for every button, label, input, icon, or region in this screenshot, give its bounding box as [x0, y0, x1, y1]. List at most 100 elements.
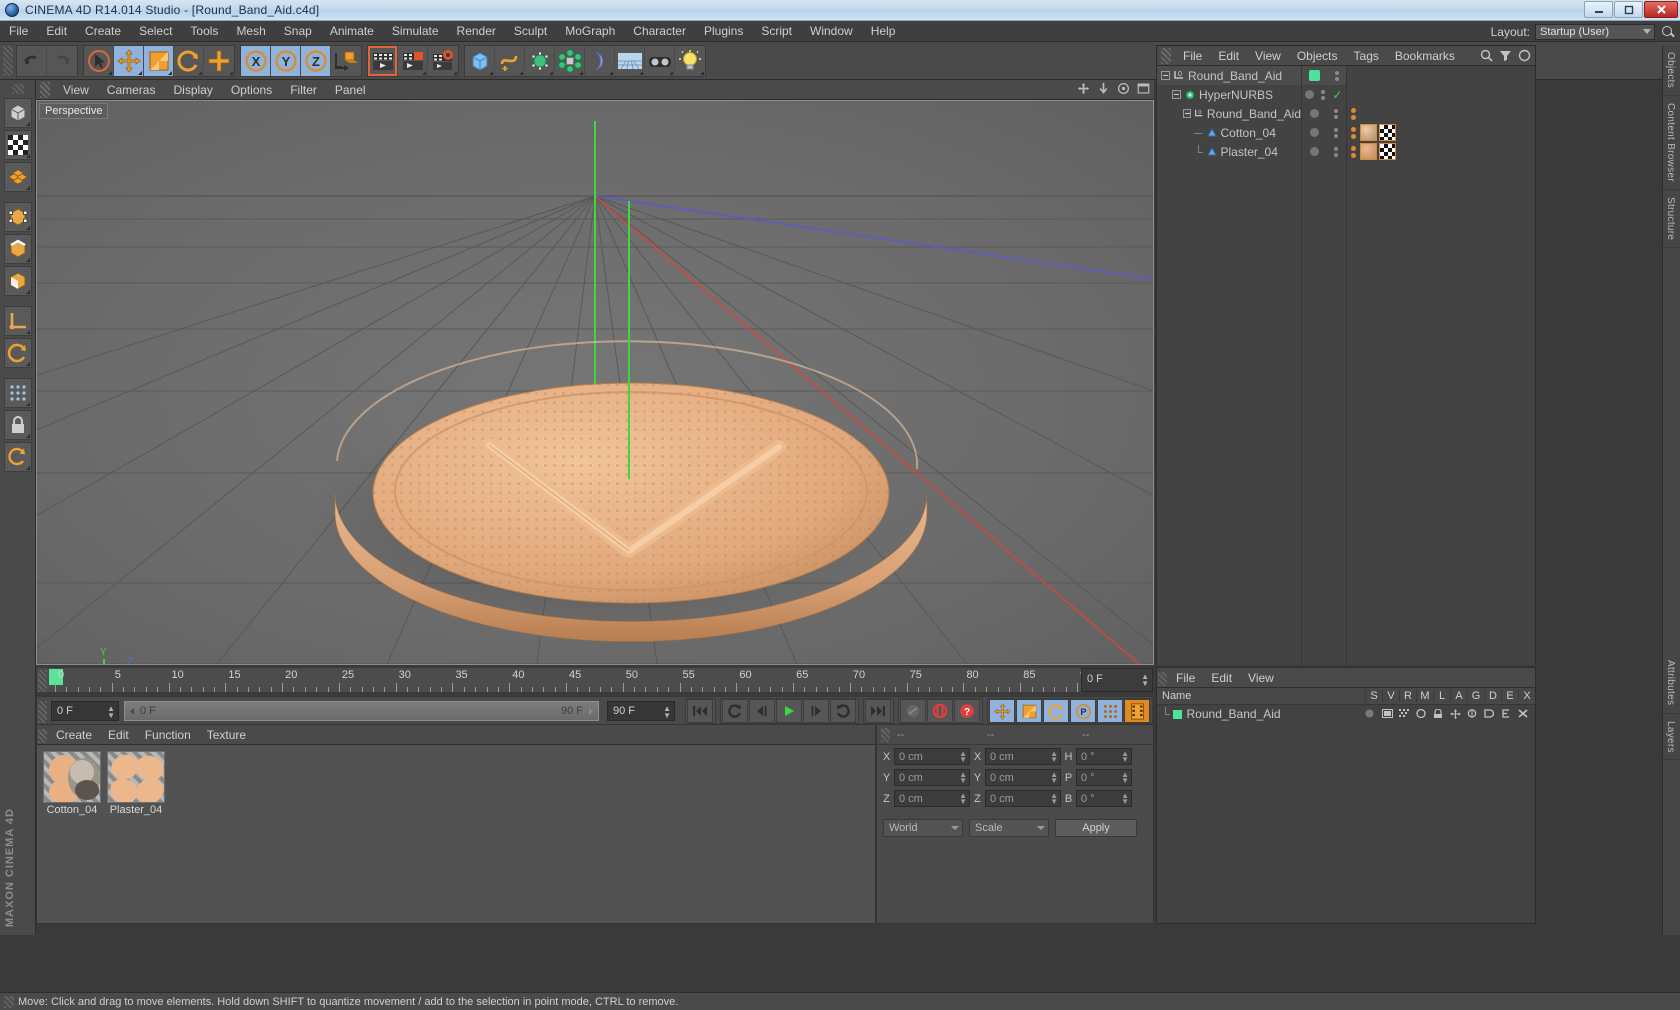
spinner-icon[interactable]: ▲ ▼	[1121, 771, 1129, 785]
layer-toggle-g[interactable]	[1467, 709, 1484, 719]
material-item-plaster[interactable]: Plaster_04	[107, 751, 165, 917]
lock-button[interactable]	[3, 410, 32, 440]
menu-sculpt[interactable]: Sculpt	[505, 21, 556, 42]
mm-menu-create[interactable]: Create	[48, 725, 100, 745]
lay-menu-view[interactable]: View	[1240, 668, 1282, 688]
spinner-icon[interactable]: ▲ ▼	[663, 705, 671, 720]
tab-layers[interactable]: Layers	[1663, 714, 1678, 761]
layer-color-swatch[interactable]	[1172, 709, 1182, 719]
om-search-icon[interactable]	[1480, 49, 1493, 62]
timeline-ruler[interactable]: 051015202530354045505560657075808590 0 F…	[36, 667, 1154, 693]
lock-z-axis[interactable]: Z	[301, 45, 331, 76]
tab-structure[interactable]: Structure	[1663, 190, 1678, 249]
rotate-view-icon[interactable]	[1117, 82, 1130, 95]
visibility-row[interactable]	[1302, 104, 1346, 123]
coord-size-z-field[interactable]: 0 cm ▲ ▼	[985, 790, 1061, 807]
texture-mode-button[interactable]	[3, 130, 32, 160]
viewport-menu-panel[interactable]: Panel	[326, 80, 375, 100]
frame-end-field[interactable]: 90 F ▲ ▼	[607, 701, 675, 721]
selection-tag-icon[interactable]	[1379, 124, 1396, 141]
move-tool[interactable]	[114, 45, 144, 76]
layer-col-x[interactable]: X	[1518, 690, 1535, 702]
selection-tag-icon[interactable]	[1379, 143, 1396, 160]
material-tag-icon[interactable]	[1360, 124, 1377, 141]
layer-col-e[interactable]: E	[1501, 690, 1518, 702]
spinner-icon[interactable]: ▲ ▼	[959, 792, 967, 806]
lay-menu-file[interactable]: File	[1168, 668, 1203, 688]
coord-size-y-field[interactable]: 0 cm ▲ ▼	[985, 769, 1061, 786]
range-left-arrow-icon[interactable]	[128, 707, 137, 716]
coord-pos-y-field[interactable]: 0 cm ▲ ▼	[894, 769, 970, 786]
add-cube-button[interactable]	[465, 45, 495, 76]
time-range-slider[interactable]: 0 F 90 F	[124, 701, 599, 721]
visibility-row[interactable]: ✓	[1302, 85, 1346, 104]
visibility-toggle[interactable]	[1309, 147, 1319, 156]
pan-icon[interactable]	[1077, 82, 1090, 95]
model-mode-button[interactable]	[3, 98, 32, 128]
visibility-dots[interactable]	[1334, 127, 1339, 138]
world-axis-tool[interactable]	[204, 46, 234, 76]
status-grip[interactable]	[4, 995, 14, 1008]
viewport-solo-button[interactable]	[3, 378, 32, 408]
coord-rot-p-field[interactable]: 0 ° ▲ ▼	[1076, 769, 1132, 786]
undo-button[interactable]	[17, 45, 47, 76]
coord-size-x-field[interactable]: 0 cm ▲ ▼	[985, 748, 1061, 765]
polygon-mode-button[interactable]	[3, 162, 32, 192]
menu-animate[interactable]: Animate	[321, 21, 383, 42]
light-button[interactable]	[675, 46, 705, 76]
menu-file[interactable]: File	[0, 21, 37, 42]
menu-select[interactable]: Select	[130, 21, 181, 42]
layer-toggle-a[interactable]	[1450, 709, 1467, 719]
coord-pos-z-field[interactable]: 0 cm ▲ ▼	[894, 790, 970, 807]
coord-pos-x-field[interactable]: 0 cm ▲ ▼	[894, 748, 970, 765]
material-list[interactable]: Cotton_04 Plaster_04	[37, 745, 875, 923]
transport-grip[interactable]	[38, 701, 47, 723]
om-filter-icon[interactable]	[1499, 49, 1512, 62]
step-back-button[interactable]	[749, 699, 775, 723]
current-frame-field[interactable]: 0 F ▲ ▼	[1081, 668, 1153, 692]
coord-rot-b-field[interactable]: 0 ° ▲ ▼	[1076, 790, 1132, 807]
parameter-key-toggle[interactable]: P	[1070, 699, 1096, 723]
visibility-dots[interactable]	[1334, 146, 1339, 157]
visibility-row[interactable]	[1302, 142, 1346, 161]
menu-create[interactable]: Create	[76, 21, 130, 42]
om-menu-tags[interactable]: Tags	[1346, 46, 1387, 66]
enable-axis-button[interactable]	[3, 338, 32, 368]
add-spline-button[interactable]	[495, 45, 525, 76]
menu-window[interactable]: Window	[801, 21, 862, 42]
selection-indicator[interactable]	[1309, 70, 1321, 81]
om-menu-bookmarks[interactable]: Bookmarks	[1387, 46, 1463, 66]
maximize-button[interactable]	[1614, 1, 1643, 18]
expander-icon[interactable]	[1172, 90, 1181, 99]
menu-render[interactable]: Render	[448, 21, 505, 42]
redo-button[interactable]	[47, 46, 77, 76]
spinner-icon[interactable]: ▲ ▼	[1050, 771, 1058, 785]
object-row-round-band-aid-root[interactable]: 0 Round_Band_Aid	[1157, 66, 1301, 85]
layer-col-m[interactable]: M	[1416, 690, 1433, 702]
menu-edit[interactable]: Edit	[37, 21, 76, 42]
visibility-toggle[interactable]	[1309, 109, 1319, 118]
spinner-icon[interactable]: ▲ ▼	[959, 771, 967, 785]
layer-col-r[interactable]: R	[1399, 690, 1416, 702]
next-key-button[interactable]	[830, 699, 856, 723]
viewport-menu-filter[interactable]: Filter	[281, 80, 326, 100]
position-key-toggle[interactable]	[989, 699, 1015, 723]
menu-mograph[interactable]: MoGraph	[556, 21, 624, 42]
nurbs-button[interactable]	[525, 45, 555, 76]
environment-button[interactable]	[615, 45, 645, 76]
viewport-menu-display[interactable]: Display	[164, 80, 221, 100]
apply-button[interactable]: Apply	[1055, 819, 1137, 837]
coordinate-mode-select[interactable]: Scale	[969, 819, 1049, 837]
layer-col-v[interactable]: V	[1382, 690, 1399, 702]
minimize-button[interactable]	[1584, 1, 1613, 18]
om-menu-edit[interactable]: Edit	[1210, 46, 1247, 66]
mm-menu-function[interactable]: Function	[137, 725, 199, 745]
render-view-button[interactable]	[368, 45, 398, 76]
axis-mode-button[interactable]	[3, 306, 32, 336]
go-to-end-button[interactable]	[865, 699, 891, 723]
layer-row[interactable]: └ Round_Band_Aid	[1157, 705, 1535, 723]
timeline-toggle[interactable]	[1124, 699, 1150, 723]
layer-toggle-e[interactable]	[1501, 709, 1518, 719]
viewport-grip[interactable]	[40, 81, 50, 98]
scale-tool[interactable]	[144, 45, 174, 76]
